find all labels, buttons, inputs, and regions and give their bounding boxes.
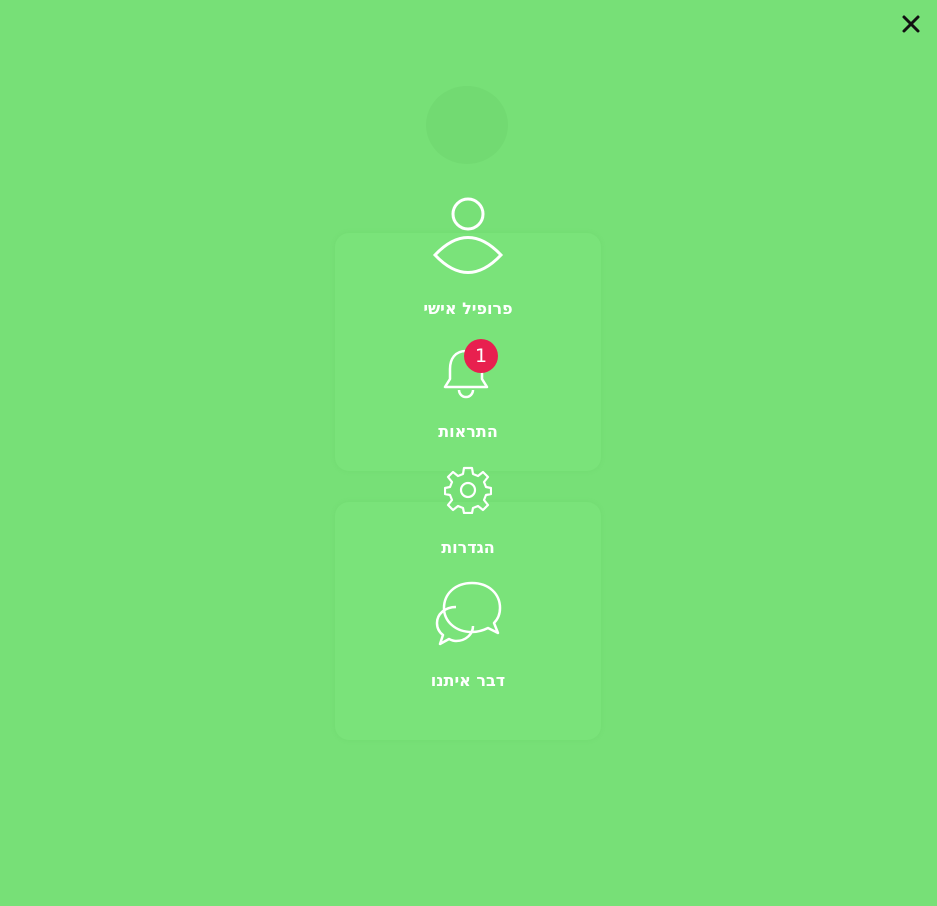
user-icon xyxy=(432,197,504,274)
menu-item-settings[interactable]: הגדרות xyxy=(368,466,568,561)
menu-item-label: דבר איתנו xyxy=(430,671,506,690)
menu-item-label: פרופיל אישי xyxy=(423,299,513,318)
close-icon xyxy=(902,15,920,33)
menu-item-contact[interactable]: דבר איתנו xyxy=(368,581,568,693)
notification-badge: 1 xyxy=(464,339,498,373)
menu-item-alerts[interactable]: 1 התראות xyxy=(368,339,568,444)
menu-item-label: הגדרות xyxy=(441,538,495,557)
menu-item-profile[interactable]: פרופיל אישי xyxy=(368,195,568,320)
chat-bubbles-icon xyxy=(435,581,502,646)
gear-icon xyxy=(444,466,492,514)
close-button[interactable] xyxy=(899,12,923,36)
background-avatar xyxy=(426,86,508,164)
menu-item-label: התראות xyxy=(438,422,498,441)
menu-overlay: פרופיל אישי 1 התראות הגדרות דבר איתנו xyxy=(0,0,937,906)
